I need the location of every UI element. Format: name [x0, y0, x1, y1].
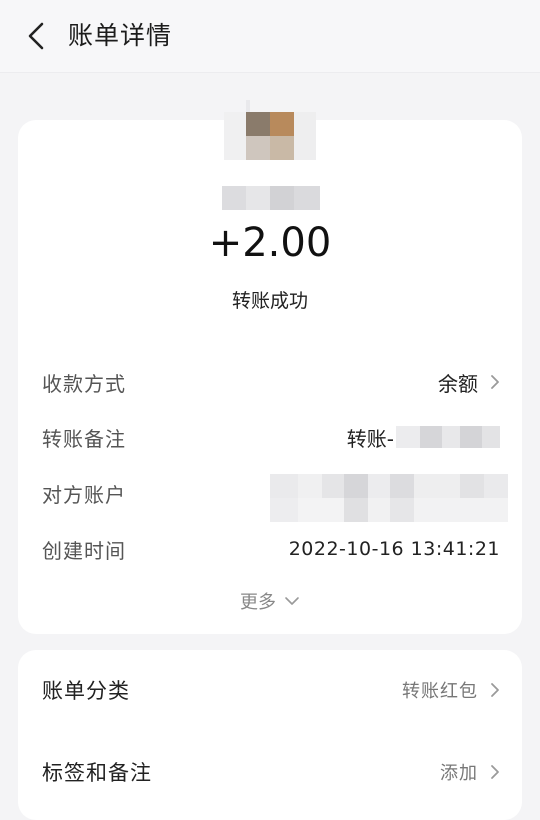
detail-label: 创建时间 — [42, 538, 126, 563]
extra-label: 账单分类 — [42, 679, 130, 703]
row-tags-notes[interactable]: 标签和备注 添加 — [42, 754, 500, 790]
chevron-right-icon — [491, 683, 499, 697]
chevron-left-icon — [28, 22, 44, 50]
extra-label: 标签和备注 — [42, 761, 152, 785]
row-bill-category[interactable]: 账单分类 转账红包 — [42, 672, 500, 708]
detail-row-transfer-note: 转账备注 转账- — [42, 420, 500, 454]
detail-value: 余额 — [438, 371, 478, 396]
transaction-status: 转账成功 — [231, 290, 308, 312]
detail-label: 收款方式 — [42, 371, 126, 396]
amount-text: +2.00 — [208, 220, 332, 266]
back-button[interactable] — [20, 18, 52, 54]
chevron-down-icon — [285, 597, 299, 605]
extra-value: 转账红包 — [402, 681, 478, 702]
chevron-right-icon — [491, 765, 499, 779]
detail-row-created-time: 创建时间 2022-10-16 13:41:21 — [42, 532, 500, 566]
more-toggle[interactable]: 更多 — [0, 588, 540, 614]
name-mosaic — [222, 186, 322, 210]
detail-value: 转账- — [346, 426, 394, 451]
avatar — [226, 0, 318, 114]
detail-label: 转账备注 — [42, 426, 126, 451]
detail-label: 对方账户 — [42, 482, 126, 507]
note-mosaic — [396, 426, 500, 448]
detail-value: 2022-10-16 13:41:21 — [288, 538, 500, 560]
account-mosaic — [270, 474, 508, 522]
extra-value: 添加 — [440, 763, 478, 784]
detail-row-payment-method[interactable]: 收款方式 余额 — [42, 365, 500, 399]
more-label: 更多 — [240, 592, 276, 613]
chevron-right-icon — [491, 375, 499, 389]
page-title: 账单详情 — [68, 21, 173, 50]
